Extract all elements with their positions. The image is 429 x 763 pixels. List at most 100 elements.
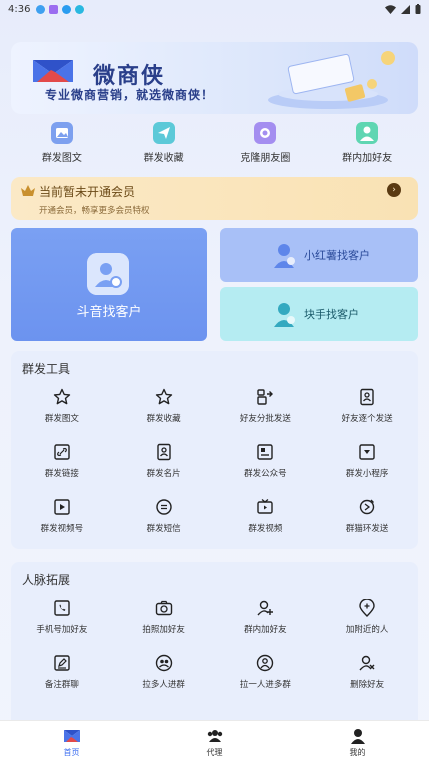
tool-label: 群发名片 xyxy=(146,469,181,479)
person-circle-icon xyxy=(257,654,274,672)
tool-label: 好友分批发送 xyxy=(239,414,291,424)
tab-agent[interactable]: 代理 xyxy=(143,721,286,763)
tool-item[interactable]: 好友逐个发送 xyxy=(316,383,418,438)
video-channel-icon xyxy=(54,499,70,515)
network-item[interactable]: 加附近的人 xyxy=(316,594,418,649)
banner-tagline: 专业微商营销，就选微商侠！ xyxy=(45,88,215,102)
quick-action-label: 群发收藏 xyxy=(143,153,184,164)
tool-item[interactable]: 群猫环发送 xyxy=(316,493,418,548)
tool-item[interactable]: 群发图文 xyxy=(11,383,113,438)
quick-action-group-add-friends[interactable]: 群内加好友 xyxy=(316,122,418,170)
network-label: 群内加好友 xyxy=(244,625,287,635)
crown-icon xyxy=(21,185,35,196)
tab-home[interactable]: 首页 xyxy=(0,721,143,763)
vip-subtitle: 开通会员，畅享更多会员特权 xyxy=(39,206,150,216)
tool-label: 群发视频号 xyxy=(40,524,84,534)
quick-action-label: 群发图文 xyxy=(41,153,82,164)
tool-label: 好友逐个发送 xyxy=(341,414,393,424)
network-item[interactable]: 群内加好友 xyxy=(215,594,317,649)
kuaishou-label: 块手找客户 xyxy=(304,308,359,321)
network-label: 删除好友 xyxy=(350,680,385,690)
network-label: 备注群聊 xyxy=(44,680,79,690)
tool-item[interactable]: 群发小程序 xyxy=(316,438,418,493)
network-item[interactable]: 备注群聊 xyxy=(11,649,113,704)
user-search-icon xyxy=(87,253,129,295)
quick-action-group-image-text[interactable]: 群发图文 xyxy=(11,122,113,170)
tool-label: 群发视频 xyxy=(248,524,283,534)
tool-item[interactable]: 群发视频 xyxy=(215,493,317,548)
battery-icon xyxy=(415,4,421,14)
quick-action-clone-moments[interactable]: 克隆朋友圈 xyxy=(215,122,317,170)
remove-user-icon xyxy=(359,655,375,671)
tool-label: 群发图文 xyxy=(44,414,79,424)
network-label: 拉一人进多群 xyxy=(239,680,291,690)
tab-label: 代理 xyxy=(206,748,223,757)
douyin-find-customers-card[interactable]: 斗音找客户 xyxy=(11,228,207,341)
group-tools-panel: 群发工具 群发图文 群发收藏 好友分批发送 好友逐个发送 群发链接 群发名片 群… xyxy=(11,351,418,549)
vip-title: 当前暂未开通会员 xyxy=(39,185,136,199)
promo-banner[interactable]: 微商侠 专业微商营销，就选微商侠！ xyxy=(11,42,418,114)
notification-icon xyxy=(75,4,85,14)
network-label: 拍照加好友 xyxy=(142,625,185,635)
signal-icon xyxy=(401,4,410,14)
tab-label: 首页 xyxy=(63,748,80,757)
edit-icon xyxy=(54,655,70,671)
name-card-icon xyxy=(156,443,171,461)
agent-icon xyxy=(207,730,222,742)
section-title: 人脉拓展 xyxy=(22,573,71,587)
tool-label: 群猫环发送 xyxy=(345,524,389,534)
kuaishou-find-customers-card[interactable]: 块手找客户 xyxy=(220,287,418,341)
mini-program-icon xyxy=(359,444,375,460)
vip-banner[interactable]: 当前暂未开通会员 开通会员，畅享更多会员特权 › xyxy=(11,177,418,220)
tool-item[interactable]: 群发收藏 xyxy=(113,383,215,438)
loop-send-icon xyxy=(359,499,375,515)
home-icon xyxy=(63,730,80,742)
star-outline-icon xyxy=(155,388,172,405)
tool-item[interactable]: 好友分批发送 xyxy=(215,383,317,438)
wifi-icon xyxy=(385,4,396,14)
user-search-icon xyxy=(274,244,295,268)
network-expansion-panel: 人脉拓展 手机号加好友 拍照加好友 群内加好友 加附近的人 备注群聊 拉多人进群 xyxy=(11,562,418,742)
network-item[interactable]: 拉一人进多群 xyxy=(215,649,317,704)
bottom-tab-bar: 首页 代理 我的 xyxy=(0,720,429,763)
status-time: 4:36 xyxy=(8,3,31,15)
camera-icon xyxy=(254,122,277,144)
quick-action-group-favorites[interactable]: 群发收藏 xyxy=(113,122,215,170)
image-icon xyxy=(50,122,73,144)
tool-label: 群发公众号 xyxy=(244,469,287,479)
link-icon xyxy=(54,444,70,460)
quick-action-label: 群内加好友 xyxy=(342,153,393,164)
quick-actions: 群发图文 群发收藏 克隆朋友圈 群内加好友 xyxy=(11,122,418,170)
group-icon xyxy=(155,654,172,672)
tool-item[interactable]: 群发视频号 xyxy=(11,493,113,548)
contact-card-icon xyxy=(360,388,374,406)
user-search-icon xyxy=(274,303,295,327)
profile-icon xyxy=(350,729,365,744)
xiaohongshu-find-customers-card[interactable]: 小红薯找客户 xyxy=(220,228,418,282)
network-item[interactable]: 删除好友 xyxy=(316,649,418,704)
add-user-icon xyxy=(257,600,274,616)
tool-item[interactable]: 群发短信 xyxy=(113,493,215,548)
notification-icon xyxy=(49,4,59,14)
camera-outline-icon xyxy=(155,600,172,616)
network-label: 加附近的人 xyxy=(345,625,389,635)
network-item[interactable]: 拉多人进群 xyxy=(113,649,215,704)
network-item[interactable]: 拍照加好友 xyxy=(113,594,215,649)
logo-icon xyxy=(33,60,73,82)
section-title: 群发工具 xyxy=(22,362,71,376)
tab-label: 我的 xyxy=(349,748,366,757)
tool-item[interactable]: 群发名片 xyxy=(113,438,215,493)
tool-item[interactable]: 群发链接 xyxy=(11,438,113,493)
chevron-right-icon[interactable]: › xyxy=(387,183,401,197)
douyin-label: 斗音找客户 xyxy=(76,305,142,320)
tool-label: 群发收藏 xyxy=(146,414,181,424)
tab-profile[interactable]: 我的 xyxy=(286,721,429,763)
official-account-icon xyxy=(257,444,274,460)
status-bar: 4:36 xyxy=(0,0,429,18)
tool-label: 群发短信 xyxy=(146,524,181,534)
quick-action-label: 克隆朋友圈 xyxy=(240,153,291,164)
tool-item[interactable]: 群发公众号 xyxy=(215,438,317,493)
location-add-icon xyxy=(359,599,375,617)
xiaohongshu-label: 小红薯找客户 xyxy=(304,249,370,262)
network-item[interactable]: 手机号加好友 xyxy=(11,594,113,649)
